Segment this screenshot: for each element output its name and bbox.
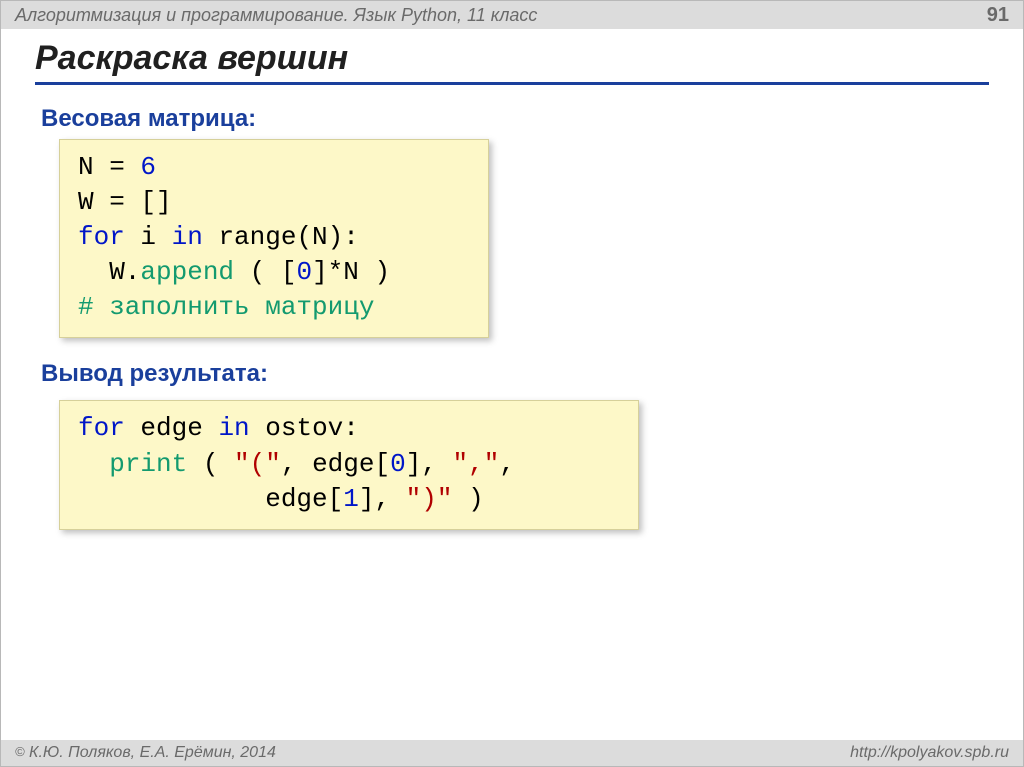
code-number: 0 xyxy=(296,257,312,287)
code-text: ], xyxy=(359,484,406,514)
footer-copyright: © К.Ю. Поляков, Е.А. Ерёмин, 2014 xyxy=(15,744,276,762)
code-number: 1 xyxy=(343,484,359,514)
code-number: 0 xyxy=(390,449,406,479)
title-area: Раскраска вершин xyxy=(1,29,1023,89)
code-func: print xyxy=(109,449,187,479)
slide-title: Раскраска вершин xyxy=(35,39,989,78)
code-comment: # заполнить матрицу xyxy=(78,292,374,322)
code-string: ")" xyxy=(406,484,453,514)
header-bar: Алгоритмизация и программирование. Язык … xyxy=(1,1,1023,29)
code-keyword: in xyxy=(218,413,249,443)
code-text: ], xyxy=(406,449,453,479)
code-text: ostov: xyxy=(250,413,359,443)
footer-authors: К.Ю. Поляков, Е.А. Ерёмин, 2014 xyxy=(25,744,276,761)
code-string: "," xyxy=(453,449,500,479)
code-func: append xyxy=(140,257,234,287)
code-text: W = [] xyxy=(78,187,172,217)
page-number: 91 xyxy=(987,4,1009,27)
code-text: , edge[ xyxy=(281,449,390,479)
slide: Алгоритмизация и программирование. Язык … xyxy=(0,0,1024,767)
footer-bar: © К.Ю. Поляков, Е.А. Ерёмин, 2014 http:/… xyxy=(1,740,1023,766)
code-text: N xyxy=(78,152,94,182)
course-title: Алгоритмизация и программирование. Язык … xyxy=(15,5,537,26)
code-text: W. xyxy=(78,257,140,287)
code-text: = xyxy=(94,152,141,182)
code-text: edge xyxy=(125,413,219,443)
footer-url: http://kpolyakov.spb.ru xyxy=(850,744,1009,762)
code-keyword: for xyxy=(78,413,125,443)
code-text: i xyxy=(125,222,172,252)
code-keyword: for xyxy=(78,222,125,252)
code-text: ( [ xyxy=(234,257,296,287)
code-string: "(" xyxy=(234,449,281,479)
code-block-matrix: N = 6 W = [] for i in range(N): W.append… xyxy=(59,139,489,338)
code-text: ( xyxy=(187,449,234,479)
code-text: ]*N ) xyxy=(312,257,390,287)
code-text: ) xyxy=(452,484,483,514)
section-output-label: Вывод результата: xyxy=(41,360,983,388)
code-number: 6 xyxy=(140,152,156,182)
code-keyword: in xyxy=(172,222,203,252)
code-text: edge[ xyxy=(78,484,343,514)
copyright-icon: © xyxy=(15,744,25,759)
section-matrix-label: Весовая матрица: xyxy=(41,105,983,133)
code-text: , xyxy=(499,449,515,479)
code-text: range(N): xyxy=(203,222,359,252)
code-block-output: for edge in ostov: print ( "(", edge[0],… xyxy=(59,400,639,529)
title-underline xyxy=(35,82,989,85)
slide-body: Весовая матрица: N = 6 W = [] for i in r… xyxy=(1,89,1023,530)
code-text xyxy=(78,449,109,479)
